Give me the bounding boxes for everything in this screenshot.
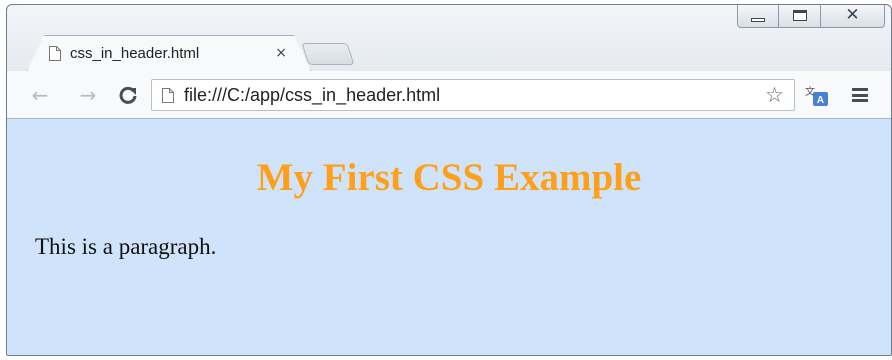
minimize-button[interactable]: [737, 5, 779, 28]
translate-icon[interactable]: A 文: [805, 85, 829, 107]
maximize-button[interactable]: [779, 5, 821, 28]
window-controls: ✕: [737, 5, 885, 28]
maximize-icon: [792, 10, 807, 21]
minimize-icon: [751, 17, 765, 22]
new-tab-button[interactable]: [301, 43, 355, 65]
page-content: My First CSS Example This is a paragraph…: [7, 119, 891, 355]
page-icon: [162, 87, 174, 103]
page-icon: [49, 45, 61, 61]
page-heading: My First CSS Example: [256, 156, 642, 199]
close-icon: ✕: [845, 5, 860, 25]
svg-text:A: A: [817, 95, 824, 106]
svg-text:文: 文: [805, 85, 815, 98]
back-arrow-icon[interactable]: ←: [29, 83, 51, 107]
forward-arrow-icon[interactable]: →: [77, 83, 99, 107]
address-bar[interactable]: file:///C:/app/css_in_header.html ☆: [151, 79, 795, 111]
tab-title: css_in_header.html: [70, 44, 200, 62]
page-paragraph: This is a paragraph.: [35, 234, 217, 259]
reload-icon[interactable]: [117, 83, 139, 107]
browser-toolbar: ← → file:///C:/app/css_in_header.html ☆ …: [7, 71, 891, 119]
browser-window: css_in_header.html × ✕ ← → file:///C:/ap…: [6, 4, 892, 356]
tab-close-icon[interactable]: ×: [275, 45, 287, 61]
url-text[interactable]: file:///C:/app/css_in_header.html: [184, 85, 759, 106]
star-icon[interactable]: ☆: [765, 83, 784, 107]
active-tab[interactable]: css_in_header.html ×: [39, 35, 301, 71]
close-window-button[interactable]: ✕: [821, 5, 885, 28]
hamburger-menu-icon[interactable]: [852, 88, 868, 102]
reload-glyph: [119, 86, 137, 104]
